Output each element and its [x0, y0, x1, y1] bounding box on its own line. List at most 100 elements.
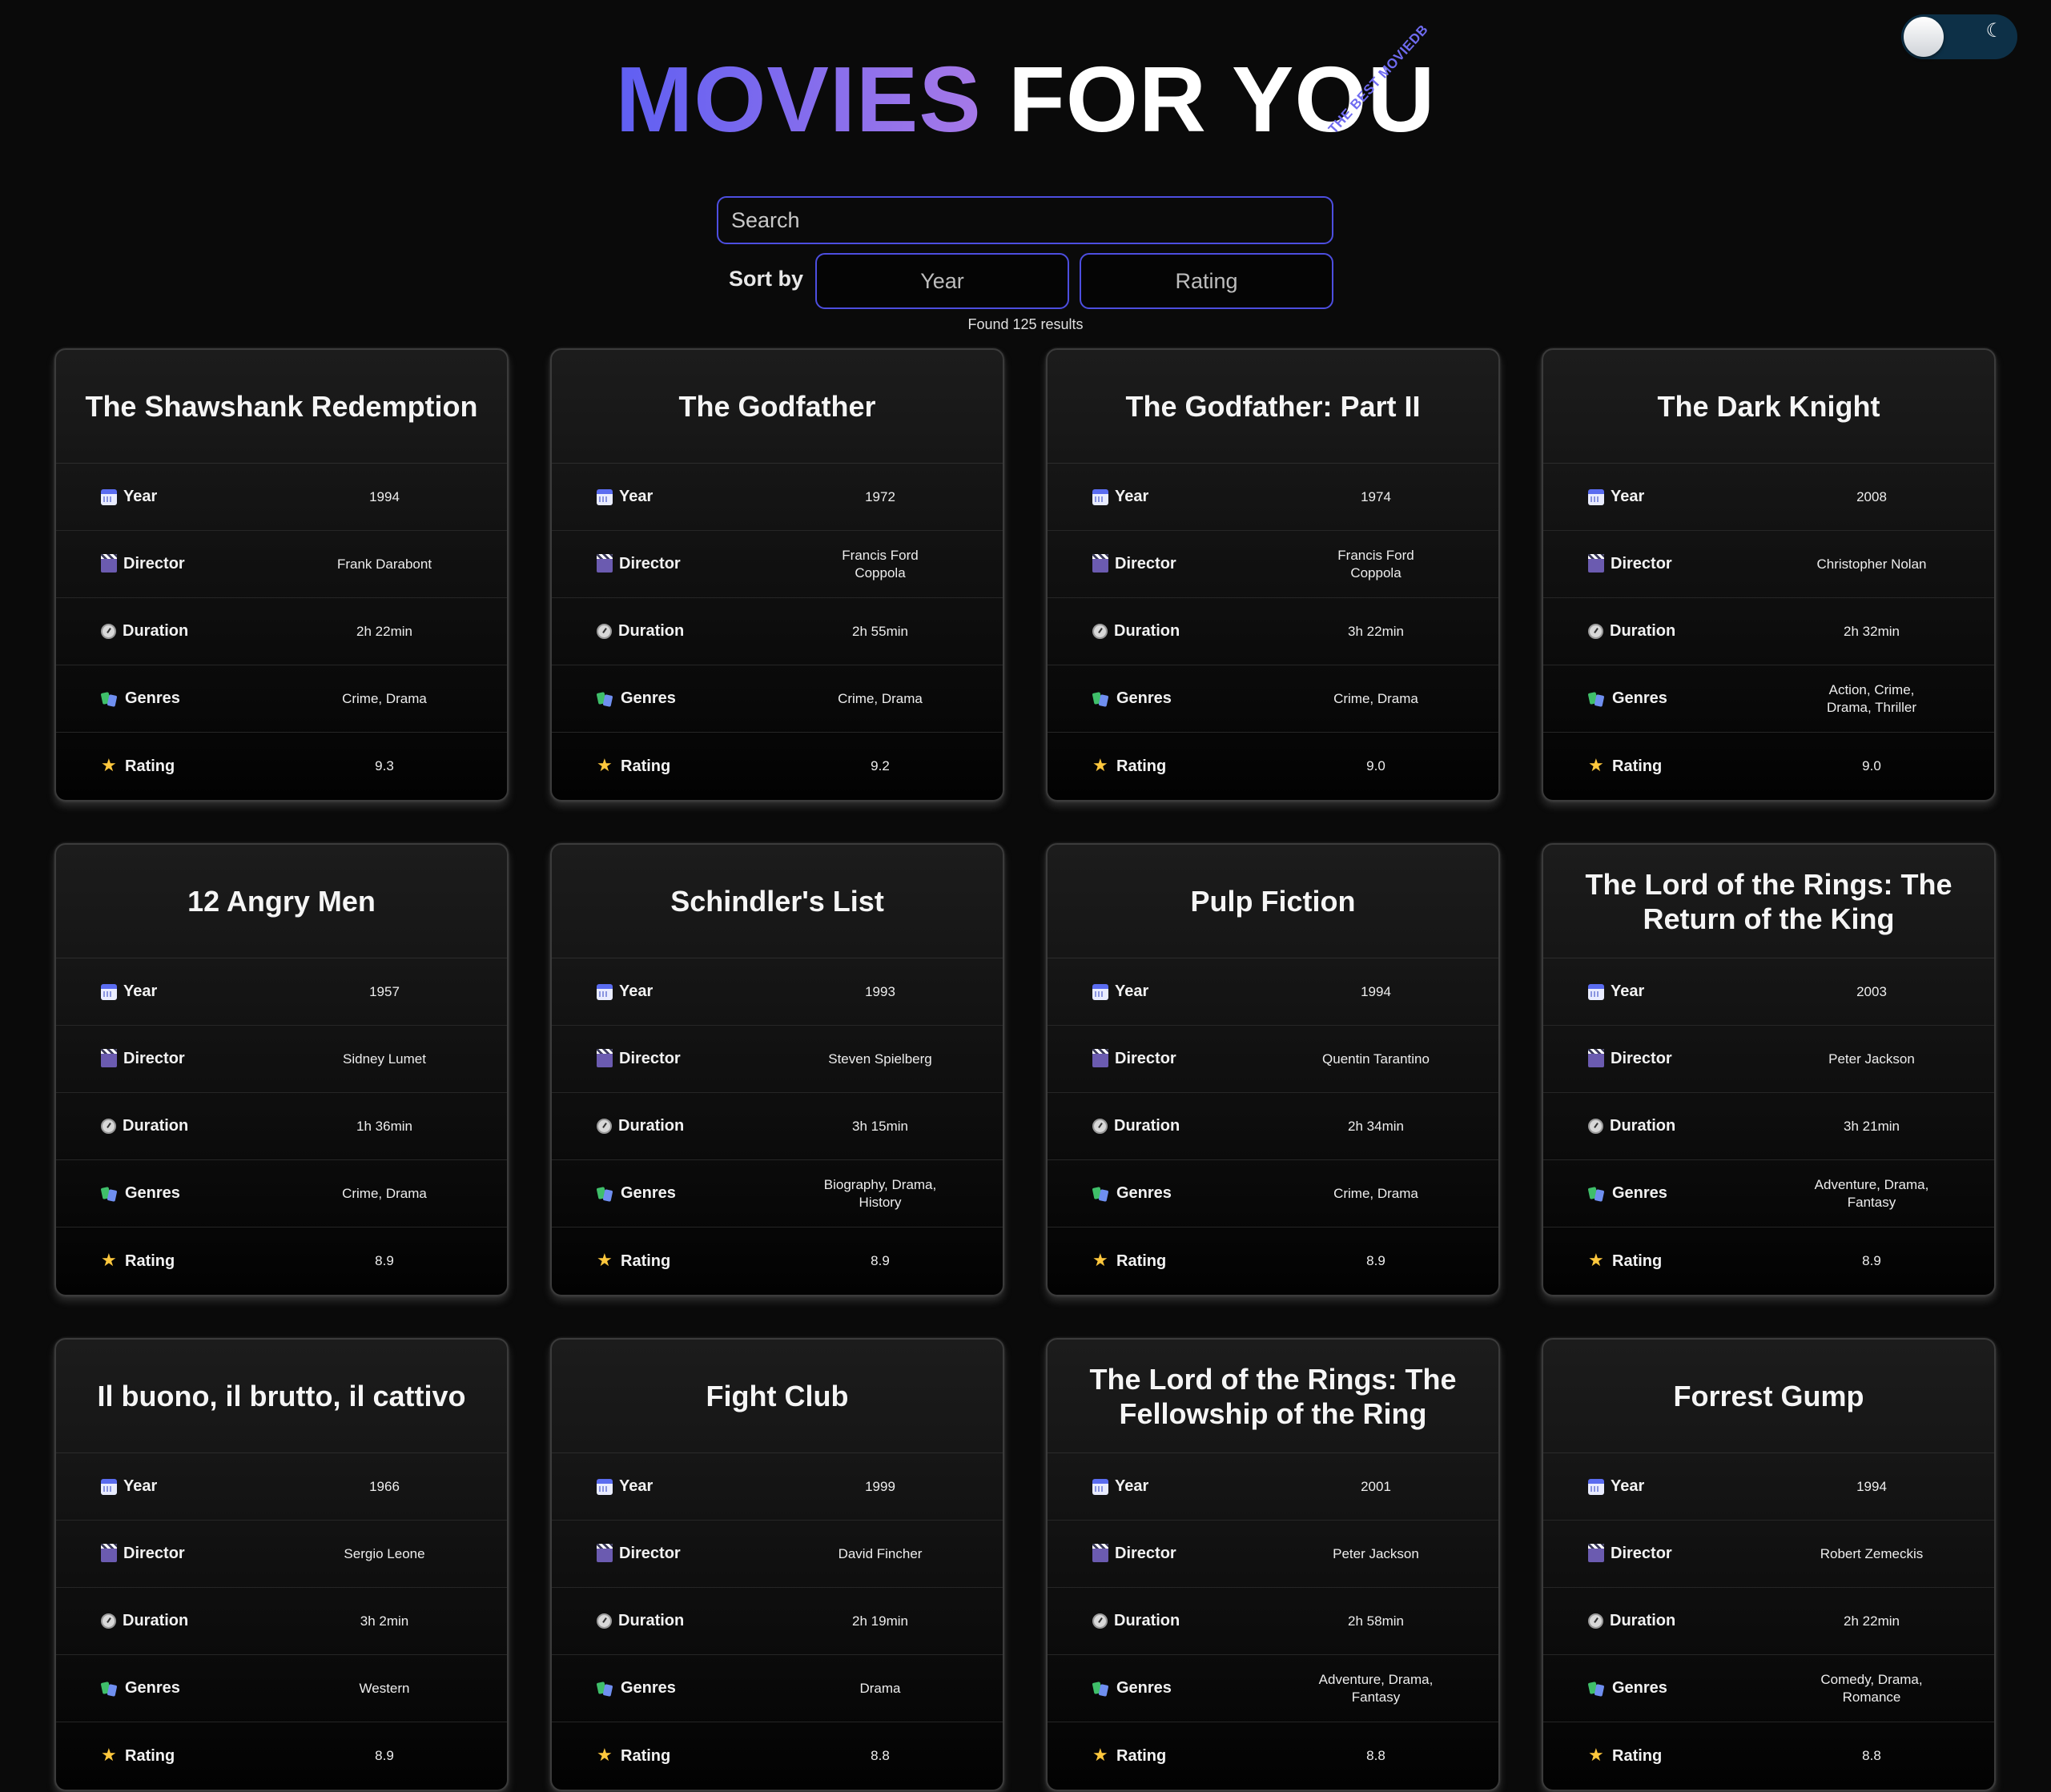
- movie-title: Forrest Gump: [1543, 1340, 1994, 1453]
- sort-year-button[interactable]: Year: [815, 253, 1069, 309]
- genres-icon: [597, 1186, 614, 1202]
- clapperboard-icon: [101, 1048, 117, 1067]
- star-icon: ★: [1588, 1746, 1604, 1766]
- field-label-director: Director: [619, 555, 681, 573]
- calendar-icon: [1588, 488, 1604, 505]
- movie-rating-row: ★ Rating 9.0: [1048, 733, 1498, 800]
- calendar-icon: [1092, 1478, 1108, 1495]
- field-label-container: Duration: [56, 1612, 320, 1630]
- field-label-container: ★ Rating: [1048, 757, 1312, 776]
- clapperboard-icon: [101, 553, 117, 573]
- field-label-container: Duration: [1048, 1117, 1312, 1135]
- movie-grid: The Shawshank Redemption Year 1994 Director…: [54, 348, 1996, 1791]
- clock-icon: [597, 1613, 612, 1629]
- movie-duration-value: 2h 55min: [852, 623, 908, 639]
- movie-card[interactable]: Il buono, il brutto, il cattivo Year 1966 D…: [54, 1338, 509, 1791]
- movie-director-row: Director Sidney Lumet: [56, 1026, 507, 1093]
- movie-duration-row: Duration 2h 55min: [552, 598, 1003, 665]
- movie-director-row: Director Frank Darabont: [56, 531, 507, 598]
- movie-duration-value: 3h 22min: [1348, 623, 1404, 639]
- field-label-container: Genres: [552, 1184, 816, 1203]
- clapperboard-icon: [1588, 553, 1604, 573]
- field-label-director: Director: [1611, 1050, 1672, 1067]
- movie-card[interactable]: The Lord of the Rings: The Fellowship of…: [1046, 1338, 1500, 1791]
- field-label-container: Genres: [1543, 689, 1808, 708]
- genres-icon: [101, 691, 119, 707]
- movie-rating-value: 8.8: [1862, 1748, 1881, 1763]
- field-label-director: Director: [1611, 1545, 1672, 1562]
- movie-director-value: David Fincher: [838, 1545, 923, 1561]
- clock-icon: [597, 624, 612, 639]
- field-label-rating: Rating: [125, 757, 175, 775]
- movie-director-row: Director Quentin Tarantino: [1048, 1026, 1498, 1093]
- field-label-container: Genres: [1048, 1679, 1312, 1698]
- movie-duration-value: 2h 58min: [1348, 1613, 1404, 1629]
- movie-duration-value: 2h 19min: [852, 1613, 908, 1629]
- star-icon: ★: [1588, 1251, 1604, 1271]
- movie-rating-row: ★ Rating 8.8: [1048, 1722, 1498, 1790]
- movie-year-value: 1993: [865, 983, 895, 999]
- movie-card[interactable]: Forrest Gump Year 1994 Director Robert Zemec…: [1542, 1338, 1996, 1791]
- title-movies: MOVIES: [615, 47, 982, 151]
- movie-card[interactable]: Fight Club Year 1999 Director David Fincher D…: [550, 1338, 1004, 1791]
- movie-genres-row: Genres Drama: [552, 1655, 1003, 1722]
- movie-year-value: 2008: [1856, 488, 1887, 504]
- field-label-director: Director: [123, 1545, 185, 1562]
- movie-title: The Godfather: [552, 350, 1003, 464]
- movie-duration-value: 3h 21min: [1844, 1118, 1900, 1134]
- field-label-container: Genres: [56, 1679, 320, 1698]
- field-label-container: Genres: [1048, 689, 1312, 708]
- movie-year-row: Year 1993: [552, 958, 1003, 1026]
- movie-card[interactable]: Schindler's List Year 1993 Director Steven S…: [550, 843, 1004, 1296]
- movie-duration-value: 2h 22min: [1844, 1613, 1900, 1629]
- field-label-year: Year: [1115, 982, 1149, 1000]
- field-label-container: Genres: [552, 689, 816, 708]
- calendar-icon: [101, 983, 117, 1000]
- clapperboard-icon: [597, 1048, 613, 1067]
- movie-year-value: 1974: [1361, 488, 1391, 504]
- movie-card[interactable]: The Godfather Year 1972 Director Francis For…: [550, 348, 1004, 802]
- movie-duration-value: 2h 22min: [356, 623, 412, 639]
- movie-card[interactable]: The Shawshank Redemption Year 1994 Director…: [54, 348, 509, 802]
- field-label-container: ★ Rating: [1543, 1747, 1808, 1766]
- field-label-genres: Genres: [125, 1184, 180, 1202]
- movie-year-value: 1957: [369, 983, 400, 999]
- search-input[interactable]: [717, 196, 1333, 244]
- field-label-director: Director: [1115, 555, 1176, 573]
- field-label-container: Director: [1048, 1543, 1312, 1563]
- field-label-container: Director: [1543, 1543, 1808, 1563]
- field-label-rating: Rating: [1116, 1252, 1167, 1270]
- movie-year-row: Year 2003: [1543, 958, 1994, 1026]
- movie-duration-row: Duration 2h 22min: [56, 598, 507, 665]
- clock-icon: [1588, 624, 1603, 639]
- field-label-container: Genres: [1543, 1184, 1808, 1203]
- clapperboard-icon: [1588, 1048, 1604, 1067]
- movie-genres-row: Genres Crime, Drama: [552, 665, 1003, 733]
- movie-card[interactable]: The Lord of the Rings: The Return of the…: [1542, 843, 1996, 1296]
- field-label-year: Year: [123, 1477, 158, 1495]
- movie-card[interactable]: 12 Angry Men Year 1957 Director Sidney Lumet…: [54, 843, 509, 1296]
- movie-rating-value: 8.9: [871, 1253, 890, 1268]
- movie-genres-row: Genres Crime, Drama: [1048, 665, 1498, 733]
- movie-rating-row: ★ Rating 8.9: [56, 1227, 507, 1295]
- field-label-container: Year: [1048, 982, 1312, 1001]
- movie-title: The Lord of the Rings: The Return of the…: [1543, 845, 1994, 958]
- field-label-genres: Genres: [621, 689, 676, 707]
- movie-card[interactable]: The Godfather: Part II Year 1974 Director Fr…: [1046, 348, 1500, 802]
- movie-card[interactable]: Pulp Fiction Year 1994 Director Quentin Tara…: [1046, 843, 1500, 1296]
- movie-card[interactable]: The Dark Knight Year 2008 Director Christoph…: [1542, 348, 1996, 802]
- movie-year-row: Year 1957: [56, 958, 507, 1026]
- movie-rating-row: ★ Rating 9.0: [1543, 733, 1994, 800]
- field-label-rating: Rating: [1116, 1746, 1167, 1765]
- movie-duration-value: 3h 2min: [360, 1613, 409, 1629]
- movie-director-row: Director Francis Ford Coppola: [1048, 531, 1498, 598]
- movie-duration-row: Duration 3h 15min: [552, 1093, 1003, 1160]
- movie-duration-row: Duration 3h 22min: [1048, 598, 1498, 665]
- field-label-rating: Rating: [1612, 1252, 1663, 1270]
- sort-rating-button[interactable]: Rating: [1080, 253, 1333, 309]
- calendar-icon: [1588, 983, 1604, 1000]
- calendar-icon: [597, 1478, 613, 1495]
- movie-duration-value: 3h 15min: [852, 1118, 908, 1134]
- movie-director-row: Director Steven Spielberg: [552, 1026, 1003, 1093]
- field-label-genres: Genres: [1116, 689, 1172, 707]
